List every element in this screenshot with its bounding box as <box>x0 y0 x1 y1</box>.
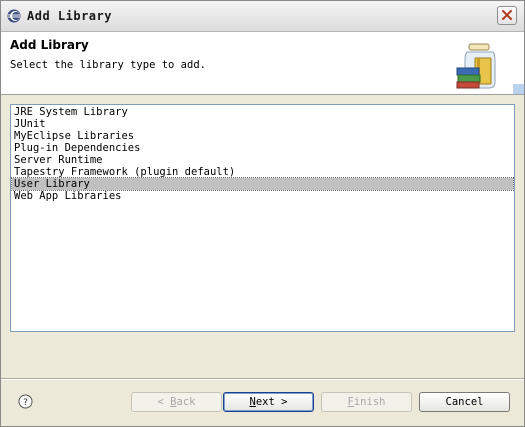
header-accent <box>513 84 524 94</box>
library-jar-icon <box>456 43 496 89</box>
list-item[interactable]: JUnit <box>12 118 513 130</box>
page-title: Add Library <box>10 38 89 52</box>
eclipse-icon <box>7 9 21 23</box>
title-bar[interactable]: Add Library <box>1 1 524 32</box>
list-item[interactable]: Tapestry Framework (plugin default) <box>12 166 513 178</box>
list-item[interactable]: Web App Libraries <box>12 190 513 202</box>
back-button-label: ack <box>176 396 196 408</box>
back-button-prefix: < <box>157 396 171 408</box>
close-icon <box>502 10 512 20</box>
finish-button[interactable]: Finish <box>321 392 412 412</box>
list-item[interactable]: JRE System Library <box>12 106 513 118</box>
list-item[interactable]: Server Runtime <box>12 154 513 166</box>
finish-button-label: inish <box>353 396 386 408</box>
list-item[interactable]: Plug-in Dependencies <box>12 142 513 154</box>
list-item[interactable]: MyEclipse Libraries <box>12 130 513 142</box>
wizard-header: Add Library Select the library type to a… <box>1 32 524 95</box>
window-title: Add Library <box>27 9 112 23</box>
next-button-label: ext > <box>255 396 288 408</box>
back-button[interactable]: < Back <box>131 392 222 412</box>
close-button[interactable] <box>497 6 517 25</box>
page-description: Select the library type to add. <box>10 59 206 71</box>
help-icon[interactable]: ? <box>18 394 33 409</box>
list-item-selected[interactable]: User Library <box>11 177 514 191</box>
next-button[interactable]: Next > <box>223 392 314 412</box>
button-bar-separator <box>1 378 524 380</box>
svg-text:?: ? <box>23 398 28 408</box>
library-type-list[interactable]: JRE System Library JUnit MyEclipse Libra… <box>10 104 515 332</box>
add-library-dialog: Add Library Add Library Select the libra… <box>0 0 525 427</box>
cancel-button[interactable]: Cancel <box>419 392 510 412</box>
